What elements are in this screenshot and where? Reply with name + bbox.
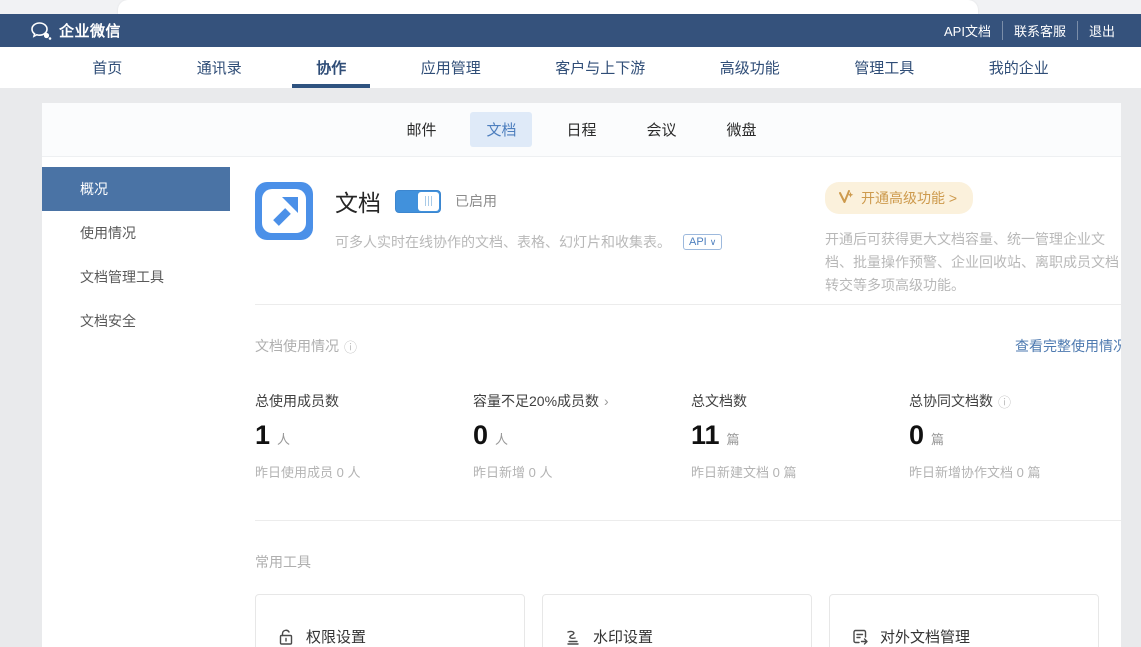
contact-support-link[interactable]: 联系客服: [1002, 21, 1077, 40]
sidebar-item-doc-security[interactable]: 文档安全: [42, 299, 230, 343]
docs-sidebar: 概况 使用情况 文档管理工具 文档安全: [42, 157, 230, 646]
toggle-handle: [418, 192, 439, 211]
nav-item-admin-tools[interactable]: 管理工具: [848, 47, 920, 88]
usage-section-title: 文档使用情况 ⓘ: [255, 336, 357, 356]
view-full-usage-link[interactable]: 查看完整使用情况: [1015, 336, 1121, 356]
upgrade-premium-button[interactable]: 开通高级功能 >: [825, 182, 973, 214]
sparkle-icon: [838, 190, 854, 207]
card-permission-settings[interactable]: 权限设置 设置企业内外的访问权限: [255, 594, 525, 647]
api-docs-link[interactable]: API文档: [933, 21, 1002, 40]
logout-link[interactable]: 退出: [1077, 21, 1115, 40]
chevron-right-icon: ›: [604, 393, 609, 409]
sidebar-item-usage[interactable]: 使用情况: [42, 211, 230, 255]
api-dropdown[interactable]: API ∨: [683, 234, 722, 250]
collaboration-tabbar: 邮件 文档 日程 会议 微盘: [42, 103, 1121, 157]
usage-section: 文档使用情况 ⓘ 查看完整使用情况 总使用成员数 1 人 昨日使用成员 0 人: [255, 336, 1121, 521]
info-icon[interactable]: ⓘ: [998, 392, 1011, 411]
page-background-gap: [0, 88, 1141, 103]
stat-total-docs: 总文档数 11 篇 昨日新建文档 0 篇: [691, 391, 909, 481]
stat-low-capacity-members[interactable]: 容量不足20%成员数 › 0 人 昨日新增 0 人: [473, 391, 691, 481]
tab-drive[interactable]: 微盘: [711, 112, 773, 147]
tab-mail[interactable]: 邮件: [390, 112, 452, 147]
main-nav: 首页 通讯录 协作 应用管理 客户与上下游 高级功能 管理工具 我的企业: [0, 47, 1141, 88]
premium-description: 开通后可获得更大文档容量、统一管理企业文档、批量操作预警、企业回收站、离职成员文…: [825, 228, 1121, 297]
usage-stats-row: 总使用成员数 1 人 昨日使用成员 0 人 容量不足20%成员数 ›: [255, 391, 1121, 521]
tab-docs[interactable]: 文档: [470, 112, 532, 147]
stat-collab-docs: 总协同文档数 ⓘ 0 篇 昨日新增协作文档 0 篇: [909, 391, 1121, 481]
browser-tab-remnant: [118, 0, 978, 14]
nav-item-contacts[interactable]: 通讯录: [191, 47, 248, 88]
tools-section: 常用工具 权限设置: [255, 552, 1121, 647]
tools-section-title: 常用工具: [255, 552, 1121, 572]
content-card: 邮件 文档 日程 会议 微盘 概况 使用情况 文档管理工具 文档安全: [42, 103, 1121, 647]
docs-app-icon: [255, 182, 313, 240]
app-description: 可多人实时在线协作的文档、表格、幻灯片和收集表。: [335, 232, 671, 252]
card-watermark-settings[interactable]: 水印设置 为企业内文档开启水印，数据泄露事件可追: [542, 594, 812, 647]
stat-low-capacity-value: 0: [473, 422, 488, 449]
lock-icon: [277, 628, 295, 646]
nav-item-app-management[interactable]: 应用管理: [415, 47, 487, 88]
nav-item-home[interactable]: 首页: [86, 47, 128, 88]
nav-item-collaboration[interactable]: 协作: [310, 47, 352, 88]
card-external-doc-management[interactable]: 对外文档管理 查看和管理允许企业外访问的文档: [829, 594, 1099, 647]
stat-collab-docs-value: 0: [909, 422, 924, 449]
app-header: 文档 已启用 可多人实时在线协作的文档、表格、幻灯片和收集表。 API ∨: [255, 157, 1121, 305]
logo-text: 企业微信: [59, 20, 121, 41]
premium-panel: 开通高级功能 > 开通后可获得更大文档容量、统一管理企业文档、批量操作预警、企业…: [825, 182, 1121, 304]
nav-item-customers[interactable]: 客户与上下游: [549, 47, 651, 88]
status-enabled-label: 已启用: [455, 191, 497, 211]
chat-bubble-icon: [30, 21, 52, 41]
page-title: 文档: [335, 184, 381, 218]
sidebar-item-overview[interactable]: 概况: [42, 167, 230, 211]
browser-chrome-strip: [0, 0, 1141, 14]
stat-total-docs-value: 11: [691, 422, 720, 449]
topbar-links: API文档 联系客服 退出: [933, 21, 1115, 40]
sidebar-item-doc-tools[interactable]: 文档管理工具: [42, 255, 230, 299]
api-label: API: [689, 236, 707, 248]
nav-item-my-company[interactable]: 我的企业: [983, 47, 1055, 88]
upgrade-premium-label: 开通高级功能 >: [861, 188, 957, 208]
nav-item-advanced-features[interactable]: 高级功能: [714, 47, 786, 88]
stat-total-members-value: 1: [255, 422, 270, 449]
docs-enabled-toggle[interactable]: [395, 190, 441, 213]
main-panel: 文档 已启用 可多人实时在线协作的文档、表格、幻灯片和收集表。 API ∨: [230, 157, 1121, 646]
wecom-logo[interactable]: 企业微信: [30, 20, 121, 41]
info-icon[interactable]: ⓘ: [344, 337, 357, 356]
stat-total-members: 总使用成员数 1 人 昨日使用成员 0 人: [255, 391, 473, 481]
chevron-down-icon: ∨: [710, 238, 717, 247]
watermark-icon: [564, 628, 582, 646]
tab-calendar[interactable]: 日程: [550, 112, 612, 147]
top-bar: 企业微信 API文档 联系客服 退出: [0, 14, 1141, 47]
external-doc-icon: [851, 628, 869, 646]
tab-meeting[interactable]: 会议: [631, 112, 693, 147]
